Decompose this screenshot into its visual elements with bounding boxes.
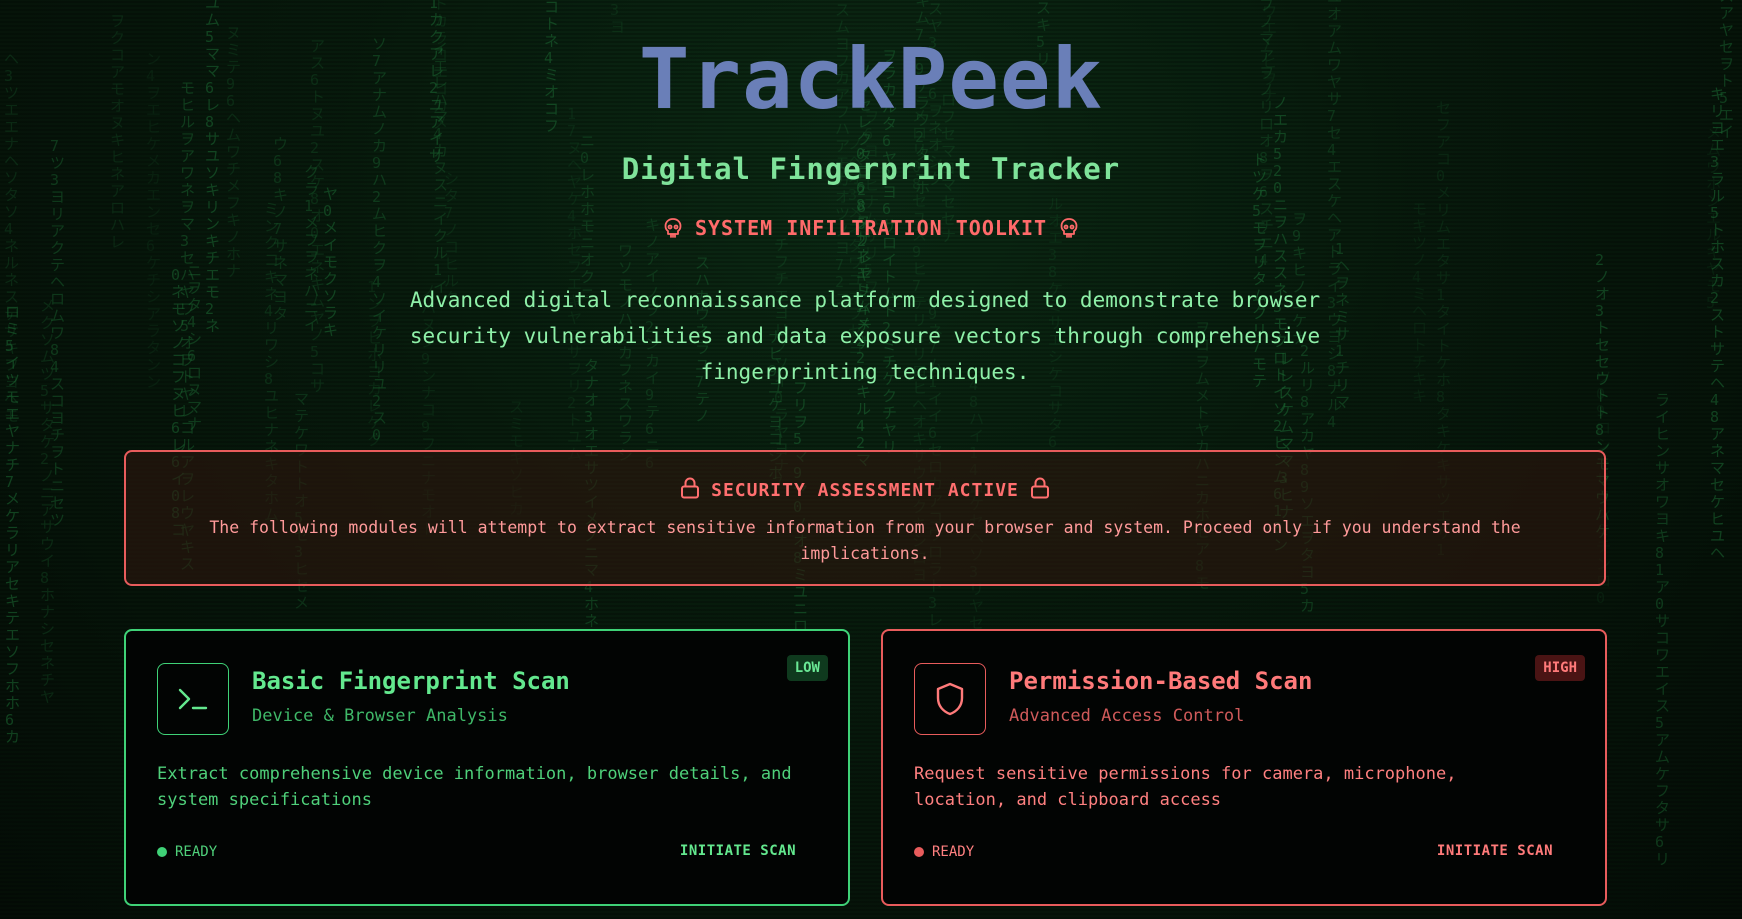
initiate-scan-button[interactable]: INITIATE SCAN	[680, 843, 796, 859]
matrix-rain-column: ニヲタ4シ6ロヌマナ	[187, 262, 203, 433]
card-description: Request sensitive permissions for camera…	[914, 764, 1457, 810]
status-dot	[914, 847, 924, 857]
matrix-rain-column: クラ1メフヲネハニイ	[304, 163, 320, 334]
toolkit-label: SYSTEM INFILTRATION TOOLKIT	[694, 216, 1048, 240]
matrix-rain-column: ヲ6ヨアヒナムサリ5フ	[864, 108, 880, 296]
matrix-rain-column: ヤ0メイモクソラキ	[323, 185, 339, 339]
security-alert: SECURITY ASSESSMENT ACTIVE The following…	[124, 450, 1606, 586]
app-title: TrackPeek	[638, 30, 1104, 128]
card-subtitle: Device & Browser Analysis	[252, 706, 508, 726]
skull-icon	[1059, 217, 1079, 239]
lock-icon	[1029, 476, 1051, 505]
permission-based-scan-card[interactable]: Permission-Based Scan Advanced Access Co…	[881, 629, 1607, 906]
matrix-rain-column: 7ツ3ヨリアクテヘロムワ84スコヨチヲトニセツ	[50, 137, 66, 529]
card-description: Extract comprehensive device information…	[157, 764, 792, 810]
shield-icon	[914, 663, 986, 735]
card-title: Basic Fingerprint Scan	[252, 667, 570, 695]
status-indicator: READY	[914, 844, 974, 860]
matrix-rain-column: ロミ5イツモエヤナチ7メケラリアセキテエソフホホ6カ	[5, 303, 21, 746]
status-text: READY	[932, 844, 975, 860]
alert-title-row: SECURITY ASSESSMENT ACTIVE	[126, 476, 1604, 505]
card-title: Permission-Based Scan	[1009, 667, 1313, 695]
status-text: READY	[175, 844, 218, 860]
risk-badge: LOW	[786, 655, 828, 681]
app-description: Advanced digital reconnaissance platform…	[409, 288, 1321, 384]
alert-text: The following modules will attempt to ex…	[209, 518, 1521, 563]
status-dot	[157, 847, 167, 857]
terminal-icon	[157, 663, 229, 735]
basic-fingerprint-scan-card[interactable]: Basic Fingerprint Scan Device & Browser …	[124, 629, 850, 906]
risk-badge: HIGH	[1535, 655, 1585, 681]
matrix-rain-column: ライヒンサオワヨキ81ア0サコワエイス5アムケフタサ6リ	[1655, 391, 1671, 868]
matrix-rain-column: 1ヘヲネミサ1チリマ	[1335, 240, 1351, 411]
card-subtitle: Advanced Access Control	[1009, 706, 1245, 726]
matrix-rain-column: メクソムツ5サタケ2ノニアサウイ8ホナシセネチヤ	[40, 297, 56, 706]
matrix-rain-column: 1ンヲヒホヨカレケク	[367, 278, 383, 449]
status-indicator: READY	[157, 844, 217, 860]
initiate-scan-button[interactable]: INITIATE SCAN	[1437, 843, 1553, 859]
app-subtitle: Digital Fingerprint Tracker	[621, 152, 1121, 186]
skull-icon	[663, 217, 683, 239]
alert-title: SECURITY ASSESSMENT ACTIVE	[711, 480, 1019, 501]
toolkit-label-row: SYSTEM INFILTRATION TOOLKIT	[0, 216, 1742, 240]
page: ノヘオ3メネタワユオフセヨウ68キノ7サネマヨタマテケワトトオ5セ3ヒセメスハカ…	[0, 0, 1742, 919]
lock-icon	[679, 476, 701, 505]
